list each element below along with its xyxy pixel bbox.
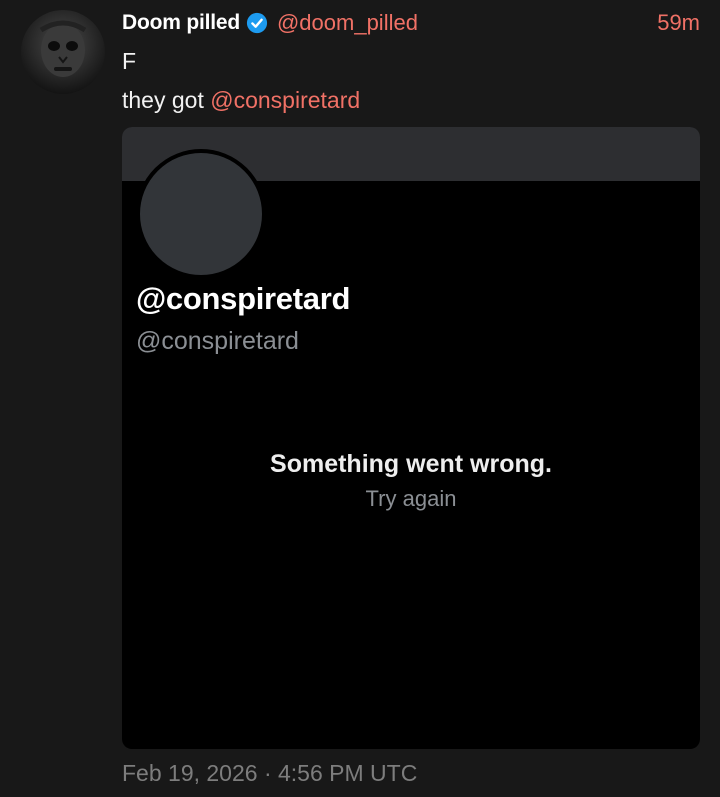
try-again-button[interactable]: Try again [122, 486, 700, 512]
embed-profile-name: @conspiretard [136, 281, 351, 316]
post-text-line-1: F [122, 48, 137, 74]
verified-badge-icon [246, 12, 268, 34]
post-time-ago[interactable]: 59m [657, 10, 700, 36]
post-text-prefix: they got [122, 87, 211, 113]
mention-link[interactable]: @conspiretard [210, 87, 360, 113]
post-header: Doom pilled @doom_pilled 59m [122, 6, 700, 40]
user-avatar[interactable] [21, 10, 105, 94]
author-display-name[interactable]: Doom pilled [122, 11, 240, 35]
post-text-line-2: they got @conspiretard [122, 87, 360, 114]
profile-picture-placeholder [136, 149, 266, 279]
author-handle[interactable]: @doom_pilled [277, 10, 418, 36]
avatar-face-image [39, 20, 87, 77]
embed-profile-handle: @conspiretard [136, 327, 299, 355]
embedded-profile-card[interactable]: @conspiretard @conspiretard Something we… [122, 127, 700, 749]
post-date: Feb 19, 2026 · 4:56 PM UTC [122, 760, 418, 786]
error-message: Something went wrong. [270, 450, 552, 478]
